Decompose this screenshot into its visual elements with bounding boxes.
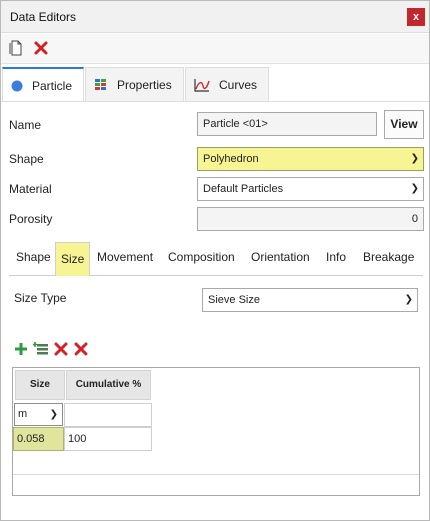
column-header-cumulative[interactable]: Cumulative % — [66, 370, 151, 400]
tab-particle[interactable]: Particle — [2, 67, 84, 102]
title-bar: Data Editors x — [1, 1, 429, 33]
delete-all-rows-icon[interactable] — [73, 341, 89, 357]
data-editors-window: Data Editors x Particle Properties Curve… — [0, 0, 430, 521]
window-title: Data Editors — [10, 10, 77, 24]
subtab-shape[interactable]: Shape — [16, 250, 51, 264]
subtab-movement[interactable]: Movement — [97, 250, 153, 264]
size-type-value: Sieve Size — [208, 294, 260, 306]
chevron-down-icon: ❯ — [49, 409, 58, 420]
curves-chart-icon — [194, 78, 210, 92]
delete-icon[interactable] — [33, 40, 49, 56]
table-cell-size[interactable]: 0.058 — [13, 427, 64, 451]
size-table: Size Cumulative % m ❯ 0.058 100 — [12, 367, 420, 496]
unit-value: m — [18, 408, 28, 420]
table-cell-empty — [64, 403, 152, 427]
new-document-icon[interactable] — [8, 40, 24, 56]
insert-rows-icon[interactable] — [33, 341, 49, 357]
subtab-composition[interactable]: Composition — [168, 250, 235, 264]
sub-tabs: Shape Size Movement Composition Orientat… — [9, 242, 423, 276]
view-button[interactable]: View — [384, 110, 424, 139]
size-type-select[interactable]: Sieve Size ❯ — [202, 288, 418, 312]
shape-select[interactable]: Polyhedron ❯ — [197, 147, 424, 171]
chevron-down-icon: ❯ — [404, 294, 413, 305]
material-select[interactable]: Default Particles ❯ — [197, 177, 424, 201]
material-select-value: Default Particles — [203, 183, 284, 195]
shape-select-value: Polyhedron — [203, 153, 259, 165]
name-field[interactable]: Particle <01> — [197, 112, 377, 136]
unit-select[interactable]: m ❯ — [14, 403, 63, 426]
tab-curves-label: Curves — [219, 77, 258, 92]
add-row-icon[interactable] — [13, 341, 29, 357]
subtab-info[interactable]: Info — [326, 250, 346, 264]
particle-circle-icon — [11, 80, 23, 91]
shape-label: Shape — [9, 152, 44, 166]
tab-curves[interactable]: Curves — [185, 67, 269, 101]
delete-row-icon[interactable] — [53, 341, 69, 357]
tab-properties[interactable]: Properties — [85, 67, 184, 101]
tab-properties-label: Properties — [117, 77, 172, 92]
main-tabs: Particle Properties Curves — [1, 67, 271, 102]
toolbar — [1, 34, 429, 64]
column-header-size[interactable]: Size — [15, 370, 65, 400]
subtab-breakage[interactable]: Breakage — [363, 250, 414, 264]
table-cell-cumulative[interactable]: 100 — [64, 427, 152, 451]
tab-particle-label: Particle — [32, 78, 73, 93]
size-type-label: Size Type — [14, 291, 67, 305]
properties-icon — [95, 78, 106, 90]
porosity-label: Porosity — [9, 212, 53, 226]
chevron-down-icon: ❯ — [410, 183, 419, 194]
porosity-field[interactable]: 0 — [197, 207, 424, 231]
subtab-orientation[interactable]: Orientation — [251, 250, 310, 264]
name-label: Name — [9, 118, 42, 132]
table-footer-line — [13, 474, 419, 475]
subtab-size[interactable]: Size — [55, 242, 91, 276]
material-label: Material — [9, 182, 52, 196]
close-button[interactable]: x — [407, 8, 425, 26]
chevron-down-icon: ❯ — [410, 153, 419, 164]
tabs-divider — [1, 101, 429, 102]
